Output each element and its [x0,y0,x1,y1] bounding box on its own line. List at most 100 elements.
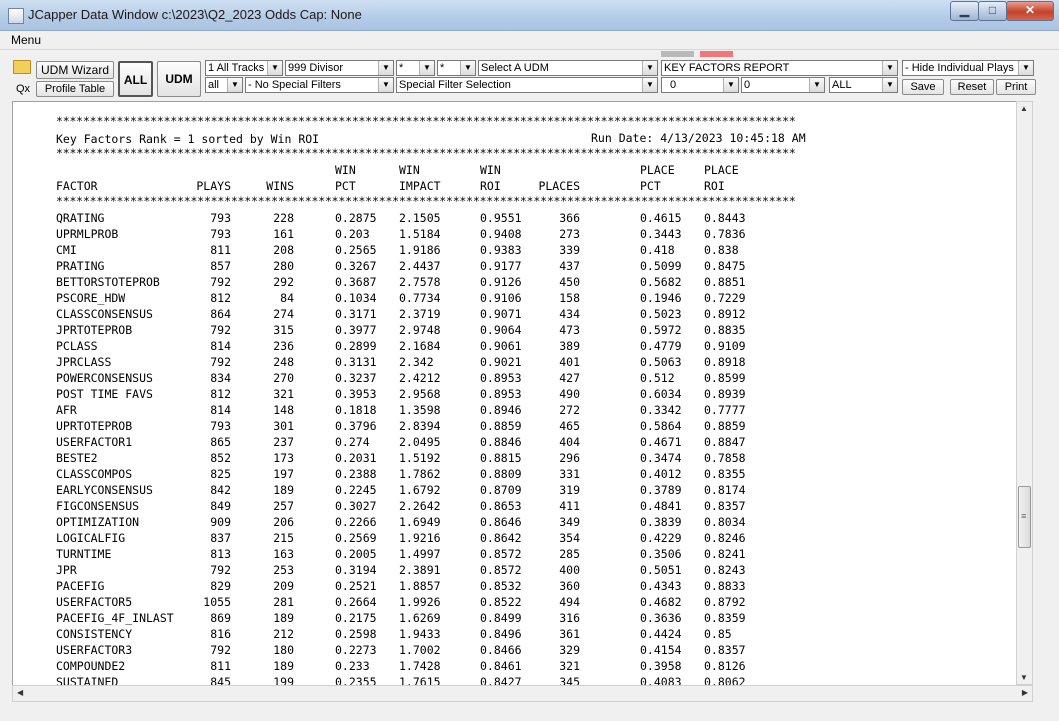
folder-icon[interactable] [13,60,31,74]
reset-button[interactable]: Reset [950,79,994,95]
all-button[interactable]: ALL [118,61,153,97]
cell-place-pct: 0.3342 [640,403,682,417]
cell-plays: 864 [210,307,231,321]
scroll-up-icon[interactable]: ▲ [1020,104,1028,113]
cell-factor: PRATING [56,259,105,273]
cell-place-roi: 0.8174 [704,483,746,497]
special-filter-selection[interactable]: Special Filter Selection ▼ [396,77,658,93]
scroll-right-icon[interactable]: ▶ [1022,688,1028,697]
scroll-left-icon[interactable]: ◀ [17,688,23,697]
scroll-down-icon[interactable]: ▼ [1020,673,1028,682]
min-value-select[interactable]: 0 ▼ [661,77,739,93]
all-caps-select[interactable]: ALL ▼ [829,77,898,93]
cell-factor: JPRCLASS [56,355,112,369]
cell-places: 158 [559,291,580,305]
cell-factor: PCLASS [56,339,98,353]
max-value-select[interactable]: 0 ▼ [741,77,825,93]
cell-place-pct: 0.418 [640,243,675,257]
cell-places: 437 [559,259,580,273]
table-row: PACEFIG 829 209 0.2521 1.8857 0.8532 360 0.4343… [13,579,1013,595]
cell-plays: 837 [210,531,231,545]
table-row: TURNTIME 813 163 0.2005 1.4997 0.8572 285 0.350… [13,547,1013,563]
cell-win-pct: 0.2875 [335,211,377,225]
qx-label[interactable]: Qx [16,83,30,95]
cell-places: 427 [559,371,580,385]
cell-win-roi: 0.8946 [480,403,522,417]
cell-factor: CLASSCONSENSUS [56,307,153,321]
cell-win-roi: 0.8953 [480,371,522,385]
cell-wins: 228 [273,211,294,225]
cell-places: 404 [559,435,580,449]
minimize-button[interactable]: ▁ [950,1,979,21]
cell-factor: UPRTOTEPROB [56,419,133,433]
cell-factor: TURNTIME [56,547,112,561]
cell-place-pct: 0.5063 [640,355,682,369]
cell-win-impact: 2.9568 [399,387,441,401]
cell-win-roi: 0.9126 [480,275,522,289]
cell-win-pct: PCT [335,179,356,193]
cell-win-pct: 0.1818 [335,403,377,417]
cell-wins: 257 [273,499,294,513]
cell-win-impact: 2.1505 [399,211,441,225]
cell-win-pct: 0.3796 [335,419,377,433]
cell-factor: POST TIME FAVS [56,387,153,401]
udm-select[interactable]: Select A UDM ▼ [478,60,658,76]
table-row: CMI 811 208 0.2565 1.9186 0.9383 339 0.418 0.838 [13,243,1013,259]
cell-win-impact: 2.342 [399,355,434,369]
divisor-select[interactable]: 999 Divisor ▼ [285,60,394,76]
maximize-button[interactable]: □ [978,1,1007,21]
table-row: JPRTOTEPROB 792 315 0.3977 2.9748 0.9064 473 0.… [13,323,1013,339]
table-row: PCLASS 814 236 0.2899 2.1684 0.9061 389 0.4779 0… [13,339,1013,355]
individual-plays-select[interactable]: - Hide Individual Plays ▼ [902,60,1034,76]
cell-wins: 280 [273,259,294,273]
chevron-down-icon: ▼ [227,78,242,92]
chevron-down-icon: ▼ [267,61,282,75]
menu-item-menu[interactable]: Menu [11,33,41,47]
cell-win-pct: 0.2031 [335,451,377,465]
table-row: EARLYCONSENSUS 842 189 0.2245 1.6792 0.8709 31… [13,483,1013,499]
cell-win-impact: 2.1684 [399,339,441,353]
cell-place-roi: 0.7836 [704,227,746,241]
cell-places: 272 [559,403,580,417]
cell-places: 490 [559,387,580,401]
cell-places: 401 [559,355,580,369]
print-button[interactable]: Print [996,79,1036,95]
table-row: PACEFIG_4F_INLAST 869 189 0.2175 1.6269 0.849… [13,611,1013,627]
cell-win-pct: 0.3267 [335,259,377,273]
all-filter-select[interactable]: all ▼ [205,77,243,93]
cell-place-pct: 0.5864 [640,419,682,433]
report-select[interactable]: KEY FACTORS REPORT ▼ [661,60,898,76]
cell-win-roi: 0.9408 [480,227,522,241]
tracks-select[interactable]: 1 All Tracks ▼ [205,60,283,76]
horizontal-scrollbar[interactable]: ◀ ▶ [12,685,1033,702]
cell-places: 473 [559,323,580,337]
cell-place-roi: 0.9109 [704,339,746,353]
cell-win-impact: 2.2642 [399,499,441,513]
filter-star-select-1[interactable]: * ▼ [396,60,435,76]
scroll-thumb[interactable]: ≡ [1018,486,1031,548]
table-row: CLASSCOMPOS 825 197 0.2388 1.7862 0.8809 331 0.… [13,467,1013,483]
cell-places: 465 [559,419,580,433]
cell-place-roi: 0.8847 [704,435,746,449]
close-button[interactable]: ✕ [1006,1,1054,21]
udm-wizard-button[interactable]: UDM Wizard [36,61,114,79]
report-text-area[interactable]: ****************************************… [12,101,1017,687]
table-row: AFR 814 148 0.1818 1.3598 0.8946 272 0.3342 0.77… [13,403,1013,419]
cell-plays: 811 [210,243,231,257]
cell-win-pct: 0.3237 [335,371,377,385]
profile-table-button[interactable]: Profile Table [36,81,114,97]
cell-plays: 811 [210,659,231,673]
table-row: FIGCONSENSUS 849 257 0.3027 2.2642 0.8653 411 0… [13,499,1013,515]
cell-factor: PACEFIG_4F_INLAST [56,611,174,625]
cell-place-roi: 0.8833 [704,579,746,593]
cell-wins: 321 [273,387,294,401]
filter-star-select-2[interactable]: * ▼ [437,60,476,76]
cell-places: 329 [559,643,580,657]
cell-win-impact: 2.9748 [399,323,441,337]
special-filters-select[interactable]: - No Special Filters ▼ [245,77,394,93]
cell-plays: 852 [210,451,231,465]
vertical-scrollbar[interactable]: ▲ ≡ ▼ [1016,101,1033,685]
udm-button[interactable]: UDM [157,61,201,97]
save-button[interactable]: Save [902,79,944,95]
cell-plays: 1055 [203,595,231,609]
